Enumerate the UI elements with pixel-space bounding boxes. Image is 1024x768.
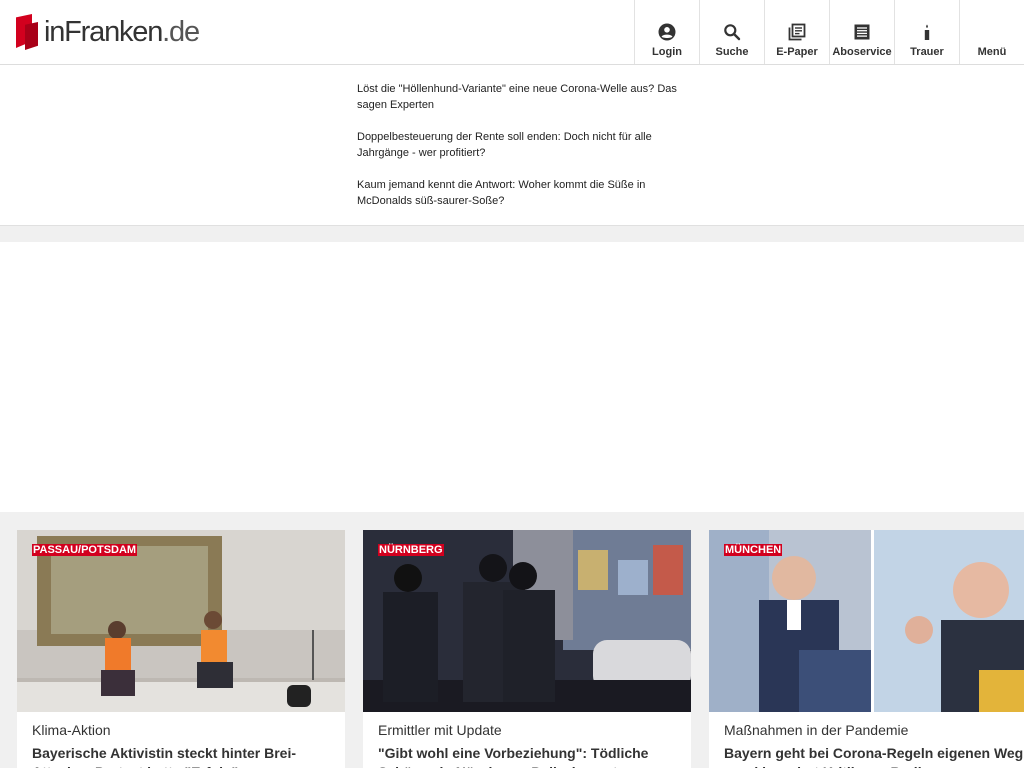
article-title[interactable]: Bayern geht bei Corona-Regeln eigenen We… xyxy=(724,744,1024,768)
trauer-label: Trauer xyxy=(910,46,944,58)
main-nav: Login Suche E-Paper Aboservice Trauer Me… xyxy=(634,0,1024,64)
search-label: Suche xyxy=(715,46,749,58)
article-card[interactable]: PASSAU/POTSDAM Klima-Aktion Bayerische A… xyxy=(17,530,345,768)
search-icon xyxy=(724,24,741,41)
section-divider-band xyxy=(0,226,1024,242)
teaser-link-list: Löst die "Höllenhund-Variante" eine neue… xyxy=(357,81,677,225)
article-kicker: Klima-Aktion xyxy=(32,722,111,738)
search-button[interactable]: Suche xyxy=(699,0,764,64)
epaper-icon xyxy=(788,23,806,41)
article-image xyxy=(363,530,691,712)
trauer-button[interactable]: Trauer xyxy=(894,0,959,64)
epaper-button[interactable]: E-Paper xyxy=(764,0,829,64)
article-image xyxy=(17,530,345,712)
article-image xyxy=(709,530,1024,712)
user-circle-icon xyxy=(658,23,676,41)
site-logo[interactable]: inFranken.de xyxy=(16,14,200,50)
article-title[interactable]: Bayerische Aktivistin steckt hinter Brei… xyxy=(32,744,332,768)
teaser-link[interactable]: Löst die "Höllenhund-Variante" eine neue… xyxy=(357,81,677,113)
login-button[interactable]: Login xyxy=(634,0,699,64)
site-header: inFranken.de Login Suche E-Paper Aboserv… xyxy=(0,0,1024,65)
article-kicker: Ermittler mit Update xyxy=(378,722,502,738)
epaper-label: E-Paper xyxy=(776,46,818,58)
article-location-tag: PASSAU/POTSDAM xyxy=(32,544,138,556)
logo-tld: .de xyxy=(162,15,200,48)
article-location-tag: NÜRNBERG xyxy=(378,544,444,556)
candle-icon xyxy=(924,24,930,40)
article-card[interactable]: MÜNCHEN Maßnahmen in der Pandemie Bayern… xyxy=(709,530,1024,768)
menu-button[interactable]: Menü xyxy=(959,0,1024,64)
article-kicker: Maßnahmen in der Pandemie xyxy=(724,722,909,738)
teaser-link[interactable]: Kaum jemand kennt die Antwort: Woher kom… xyxy=(357,177,677,209)
article-card[interactable]: NÜRNBERG Ermittler mit Update "Gibt wohl… xyxy=(363,530,691,768)
aboservice-label: Aboservice xyxy=(832,46,892,58)
aboservice-button[interactable]: Aboservice xyxy=(829,0,894,64)
logo-name: inFranken xyxy=(44,15,163,48)
menu-icon xyxy=(983,23,1001,41)
menu-label: Menü xyxy=(977,46,1007,58)
teaser-link[interactable]: Doppelbesteuerung der Rente soll enden: … xyxy=(357,129,677,161)
article-title[interactable]: "Gibt wohl eine Vorbeziehung": Tödliche … xyxy=(378,744,678,768)
logo-mark-icon xyxy=(16,14,38,50)
list-icon xyxy=(854,24,870,40)
login-label: Login xyxy=(652,46,682,58)
article-location-tag: MÜNCHEN xyxy=(724,544,783,556)
